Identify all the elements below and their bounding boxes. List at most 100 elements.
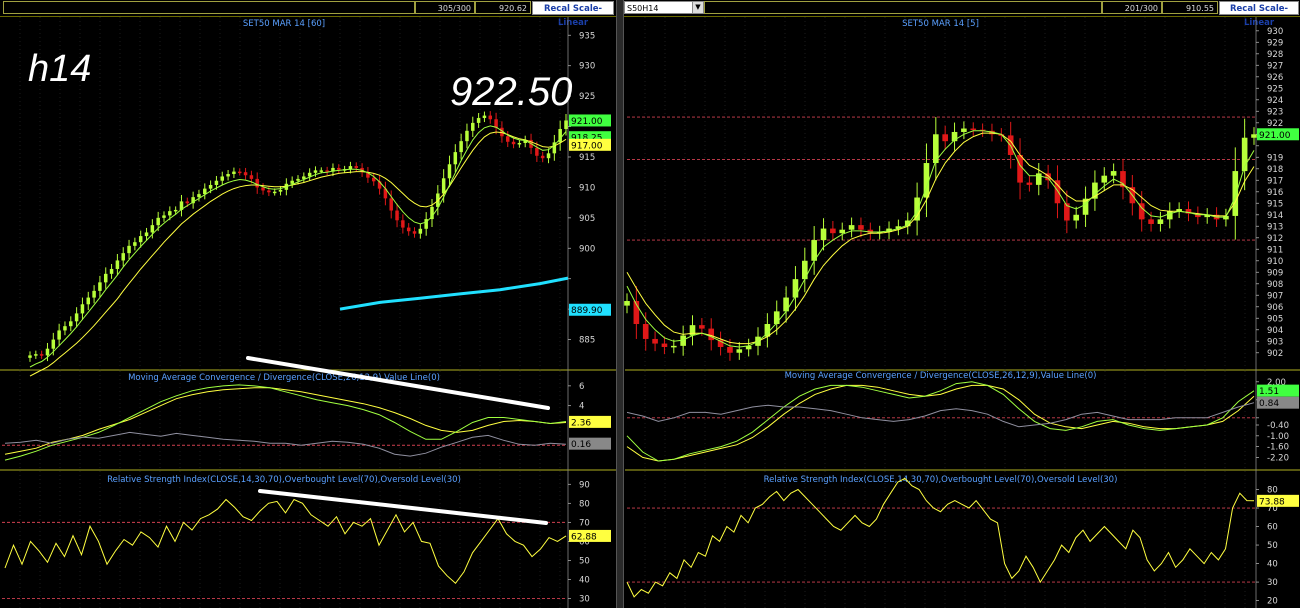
chart-canvas: SET50 MAR 14 [60] 885 900 905 910 915 925 930 93… bbox=[0, 17, 1300, 608]
axis-tick-label: 929 bbox=[1267, 38, 1283, 48]
candle-body bbox=[34, 354, 38, 356]
price-label-text: 0.84 bbox=[1259, 399, 1279, 409]
candle-body bbox=[313, 170, 318, 173]
candle-body bbox=[459, 141, 463, 153]
axis-tick-label: 60 bbox=[1267, 523, 1278, 533]
candle-body bbox=[708, 328, 715, 341]
candle-body bbox=[471, 122, 475, 131]
candle-body bbox=[103, 273, 108, 283]
price-label-text: 1.51 bbox=[1259, 387, 1279, 397]
candle-body bbox=[92, 290, 96, 298]
panel-title: SET50 MAR 14 [60] bbox=[243, 19, 325, 29]
candle-body bbox=[39, 354, 44, 356]
axis-tick-label: 910 bbox=[579, 183, 595, 193]
indicator-line bbox=[4, 431, 567, 457]
candle-body bbox=[441, 178, 446, 194]
candle-body bbox=[488, 115, 493, 120]
candle-body bbox=[914, 197, 920, 221]
candle-body bbox=[670, 345, 677, 348]
panel-title: Relative Strength Index(CLOSE,14,30,70),… bbox=[107, 475, 461, 485]
axis-tick-label: 40 bbox=[1267, 560, 1278, 570]
axis-tick-label: -2.20 bbox=[1267, 453, 1289, 463]
price-label-text: 2.36 bbox=[571, 418, 591, 428]
axis-tick-label: 885 bbox=[579, 336, 595, 346]
candle-body bbox=[830, 228, 836, 234]
candle-body bbox=[839, 229, 846, 234]
candle-body bbox=[505, 136, 510, 142]
candle-body bbox=[173, 209, 178, 212]
candle-body bbox=[57, 330, 61, 340]
candle-body bbox=[237, 171, 242, 174]
candle-body bbox=[290, 180, 294, 184]
candle-body bbox=[517, 142, 522, 145]
candle-body bbox=[395, 210, 399, 221]
axis-tick-label: 905 bbox=[579, 214, 595, 224]
candle-body bbox=[278, 189, 283, 192]
annotation-h14: h14 bbox=[28, 48, 92, 90]
candle-body bbox=[86, 297, 91, 305]
axis-tick-label: 927 bbox=[1267, 61, 1283, 71]
candle-body bbox=[156, 217, 160, 226]
candle-body bbox=[226, 174, 230, 177]
candle-body bbox=[389, 198, 393, 211]
axis-tick-label: 50 bbox=[579, 556, 590, 566]
candle-body bbox=[214, 180, 219, 185]
axis-tick-label: 90 bbox=[579, 480, 590, 490]
indicator-line bbox=[626, 384, 1255, 462]
candle-body bbox=[319, 170, 324, 172]
axis-tick-label: 50 bbox=[1267, 541, 1278, 551]
candle-body bbox=[337, 167, 341, 170]
candle-body bbox=[168, 211, 172, 216]
axis-tick-label: 915 bbox=[1267, 199, 1283, 209]
axis-tick-label: 80 bbox=[579, 499, 590, 509]
candle-body bbox=[661, 343, 668, 348]
candle-body bbox=[792, 279, 799, 298]
axis-tick-label: 930 bbox=[1267, 27, 1283, 37]
candle-body bbox=[699, 325, 705, 329]
moving-average-line bbox=[29, 131, 567, 377]
axis-tick-label: 915 bbox=[579, 153, 595, 163]
candle-body bbox=[150, 225, 155, 233]
axis-tick-label: 904 bbox=[1267, 326, 1283, 336]
candle-body bbox=[401, 220, 405, 228]
candle-body bbox=[162, 215, 166, 218]
candle-body bbox=[348, 166, 353, 170]
axis-tick-label: 928 bbox=[1267, 50, 1283, 60]
axis-tick-label: -1.00 bbox=[1267, 432, 1289, 442]
axis-tick-label: 917 bbox=[1267, 176, 1283, 186]
candle-body bbox=[970, 128, 977, 131]
candle-body bbox=[1251, 134, 1257, 138]
indicator-line bbox=[626, 381, 1255, 462]
axis-tick-label: 20 bbox=[1267, 597, 1278, 607]
price-label-text: 62.88 bbox=[571, 532, 597, 542]
axis-tick-label: 911 bbox=[1267, 245, 1283, 255]
candle-body bbox=[418, 228, 423, 234]
candle-body bbox=[942, 134, 948, 142]
axis-tick-label: 902 bbox=[1267, 349, 1283, 359]
candle-body bbox=[296, 178, 300, 181]
candle-body bbox=[208, 184, 213, 189]
candle-body bbox=[406, 227, 411, 232]
candle-body bbox=[848, 225, 855, 230]
axis-tick-label: 905 bbox=[1267, 314, 1283, 324]
axis-tick-label: 40 bbox=[579, 575, 590, 585]
candle-body bbox=[820, 228, 827, 241]
axis-tick-label: 70 bbox=[579, 518, 590, 528]
candle-body bbox=[1073, 214, 1080, 221]
candle-body bbox=[272, 191, 277, 194]
candle-body bbox=[961, 128, 967, 132]
axis-tick-label: 913 bbox=[1267, 222, 1283, 232]
candle-body bbox=[1026, 182, 1033, 185]
axis-tick-label: 926 bbox=[1267, 73, 1283, 83]
price-label-text: 921.00 bbox=[1259, 131, 1291, 141]
candle-body bbox=[1017, 154, 1023, 183]
axis-tick-label: 918 bbox=[1267, 165, 1283, 175]
axis-tick-label: 6 bbox=[579, 382, 584, 392]
grid-5 bbox=[644, 471, 1246, 608]
candle-body bbox=[185, 201, 190, 204]
grid-4 bbox=[644, 371, 1246, 470]
panel-title: SET50 MAR 14 [5] bbox=[902, 19, 979, 29]
candle-body bbox=[261, 187, 265, 191]
price-label-text: 917.00 bbox=[571, 141, 603, 151]
candle-body bbox=[255, 178, 259, 188]
